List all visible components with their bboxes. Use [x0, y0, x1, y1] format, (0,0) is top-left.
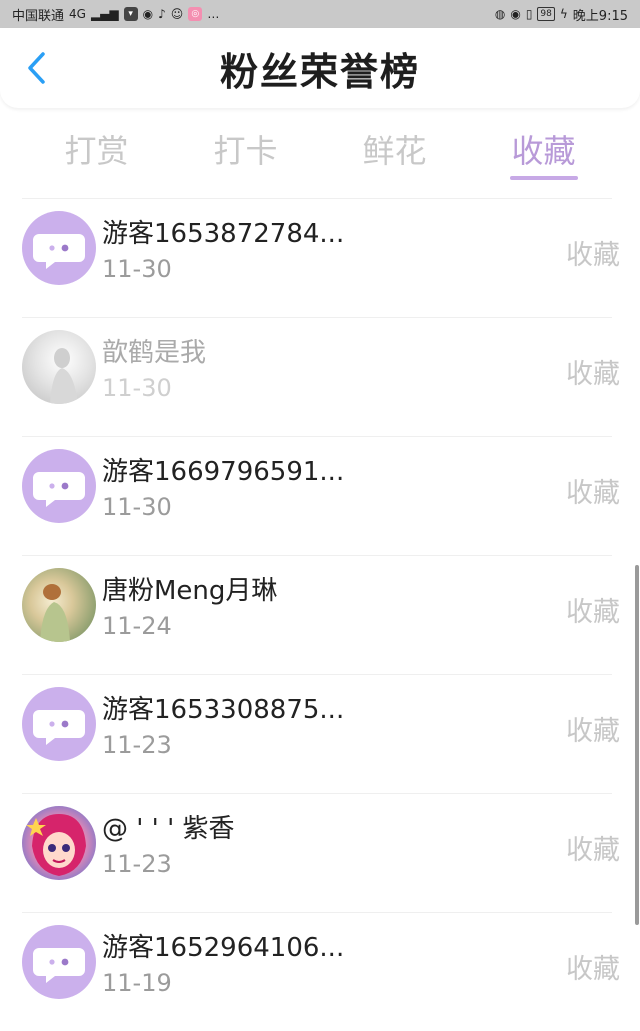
tab-favorites[interactable]: 收藏	[489, 112, 599, 188]
fan-date: 11-30	[102, 493, 172, 521]
tab-reward[interactable]: 打赏	[42, 112, 152, 188]
tab-flowers[interactable]: 鲜花	[340, 112, 450, 188]
list-item[interactable]: 游客1653872784... 11-30 收藏	[22, 198, 620, 317]
page-title: 粉丝荣誉榜	[219, 49, 420, 94]
fan-name: 游客1652964106...	[102, 933, 345, 963]
bell-icon: ♪	[158, 7, 166, 21]
favorite-label: 收藏	[566, 240, 620, 271]
list-item[interactable]: 歆鹤是我 11-30 收藏	[22, 317, 620, 436]
chevron-left-icon	[28, 52, 45, 84]
favorite-label: 收藏	[566, 835, 620, 866]
cartoon-avatar	[22, 806, 96, 880]
app-notification-icon: ▾	[123, 7, 138, 21]
fan-date: 11-19	[102, 969, 172, 997]
photo-avatar	[22, 568, 96, 642]
status-bar-left: 中国联通 4G ▂▄▆ ▾ ◉ ♪ ☺ ◎ …	[12, 5, 219, 24]
active-tab-indicator	[509, 176, 578, 180]
fan-name: 歆鹤是我	[102, 338, 207, 368]
tab-label: 收藏	[511, 132, 576, 170]
camera-app-icon: ◎	[188, 7, 203, 21]
chat-bubble-icon	[33, 234, 85, 269]
favorite-label: 收藏	[566, 478, 620, 509]
nfc-icon: ◍	[494, 7, 506, 21]
cartoon-girl-face	[26, 814, 86, 876]
wechat-icon: ◉	[142, 7, 154, 21]
fan-list: 游客1653872784... 11-30 收藏 歆鹤是我 11-30 收藏 游…	[0, 198, 640, 1024]
default-chat-avatar	[22, 687, 96, 761]
more-notifications: …	[207, 7, 220, 21]
favorite-label: 收藏	[566, 597, 620, 628]
figure-silhouette	[50, 348, 78, 404]
fan-name: 游客1653872784...	[102, 219, 345, 249]
status-bar-right: ◍ ◉ ▯ 98 ϟ 晚上9:15	[495, 5, 628, 24]
qq-icon: ☺	[170, 7, 184, 21]
default-chat-avatar	[22, 449, 96, 523]
favorite-label: 收藏	[566, 716, 620, 747]
eye-icon: ◉	[510, 7, 521, 21]
signal-icon: ▂▄▆	[90, 7, 119, 21]
charging-icon: ϟ	[559, 7, 568, 21]
list-item[interactable]: 唐粉Meng月琳 11-24 收藏	[22, 555, 620, 674]
fan-date: 11-30	[102, 374, 172, 402]
fan-date: 11-24	[102, 612, 172, 640]
tab-label: 打卡	[213, 132, 278, 170]
fan-name: @ ' ' ' 紫香	[102, 814, 235, 844]
network-type: 4G	[69, 7, 86, 21]
page-header: 粉丝荣誉榜	[0, 28, 640, 108]
list-item[interactable]: 游客1669796591... 11-30 收藏	[22, 436, 620, 555]
fan-date: 11-23	[102, 731, 172, 759]
fan-date: 11-30	[102, 255, 172, 283]
status-bar: 中国联通 4G ▂▄▆ ▾ ◉ ♪ ☺ ◎ … ◍ ◉ ▯ 98 ϟ 晚上9:1…	[0, 0, 640, 28]
list-item[interactable]: 游客1652964106... 11-19 收藏	[22, 912, 620, 1031]
fan-date: 11-23	[102, 850, 172, 878]
scrollbar[interactable]	[635, 565, 639, 925]
tab-label: 鲜花	[362, 132, 427, 170]
fan-name: 游客1669796591...	[102, 457, 345, 487]
vibrate-icon: ▯	[525, 7, 533, 21]
figure-illustration	[40, 584, 70, 642]
fan-name: 唐粉Meng月琳	[102, 576, 278, 606]
chat-bubble-icon	[33, 948, 85, 983]
carrier-label: 中国联通	[12, 8, 65, 24]
photo-avatar	[22, 330, 96, 404]
back-button[interactable]	[16, 48, 56, 88]
list-item[interactable]: 游客1653308875... 11-23 收藏	[22, 674, 620, 793]
clock: 晚上9:15	[572, 8, 628, 24]
tab-bar: 打赏 打卡 鲜花 收藏	[0, 112, 640, 188]
fan-name: 游客1653308875...	[102, 695, 345, 725]
list-item[interactable]: @ ' ' ' 紫香 11-23 收藏	[22, 793, 620, 912]
chat-bubble-icon	[33, 710, 85, 745]
favorite-label: 收藏	[566, 954, 620, 985]
chat-bubble-icon	[33, 472, 85, 507]
default-chat-avatar	[22, 211, 96, 285]
tab-label: 打赏	[64, 132, 129, 170]
favorite-label: 收藏	[566, 359, 620, 390]
default-chat-avatar	[22, 925, 96, 999]
battery-icon: 98	[537, 7, 555, 21]
tab-checkin[interactable]: 打卡	[191, 112, 301, 188]
